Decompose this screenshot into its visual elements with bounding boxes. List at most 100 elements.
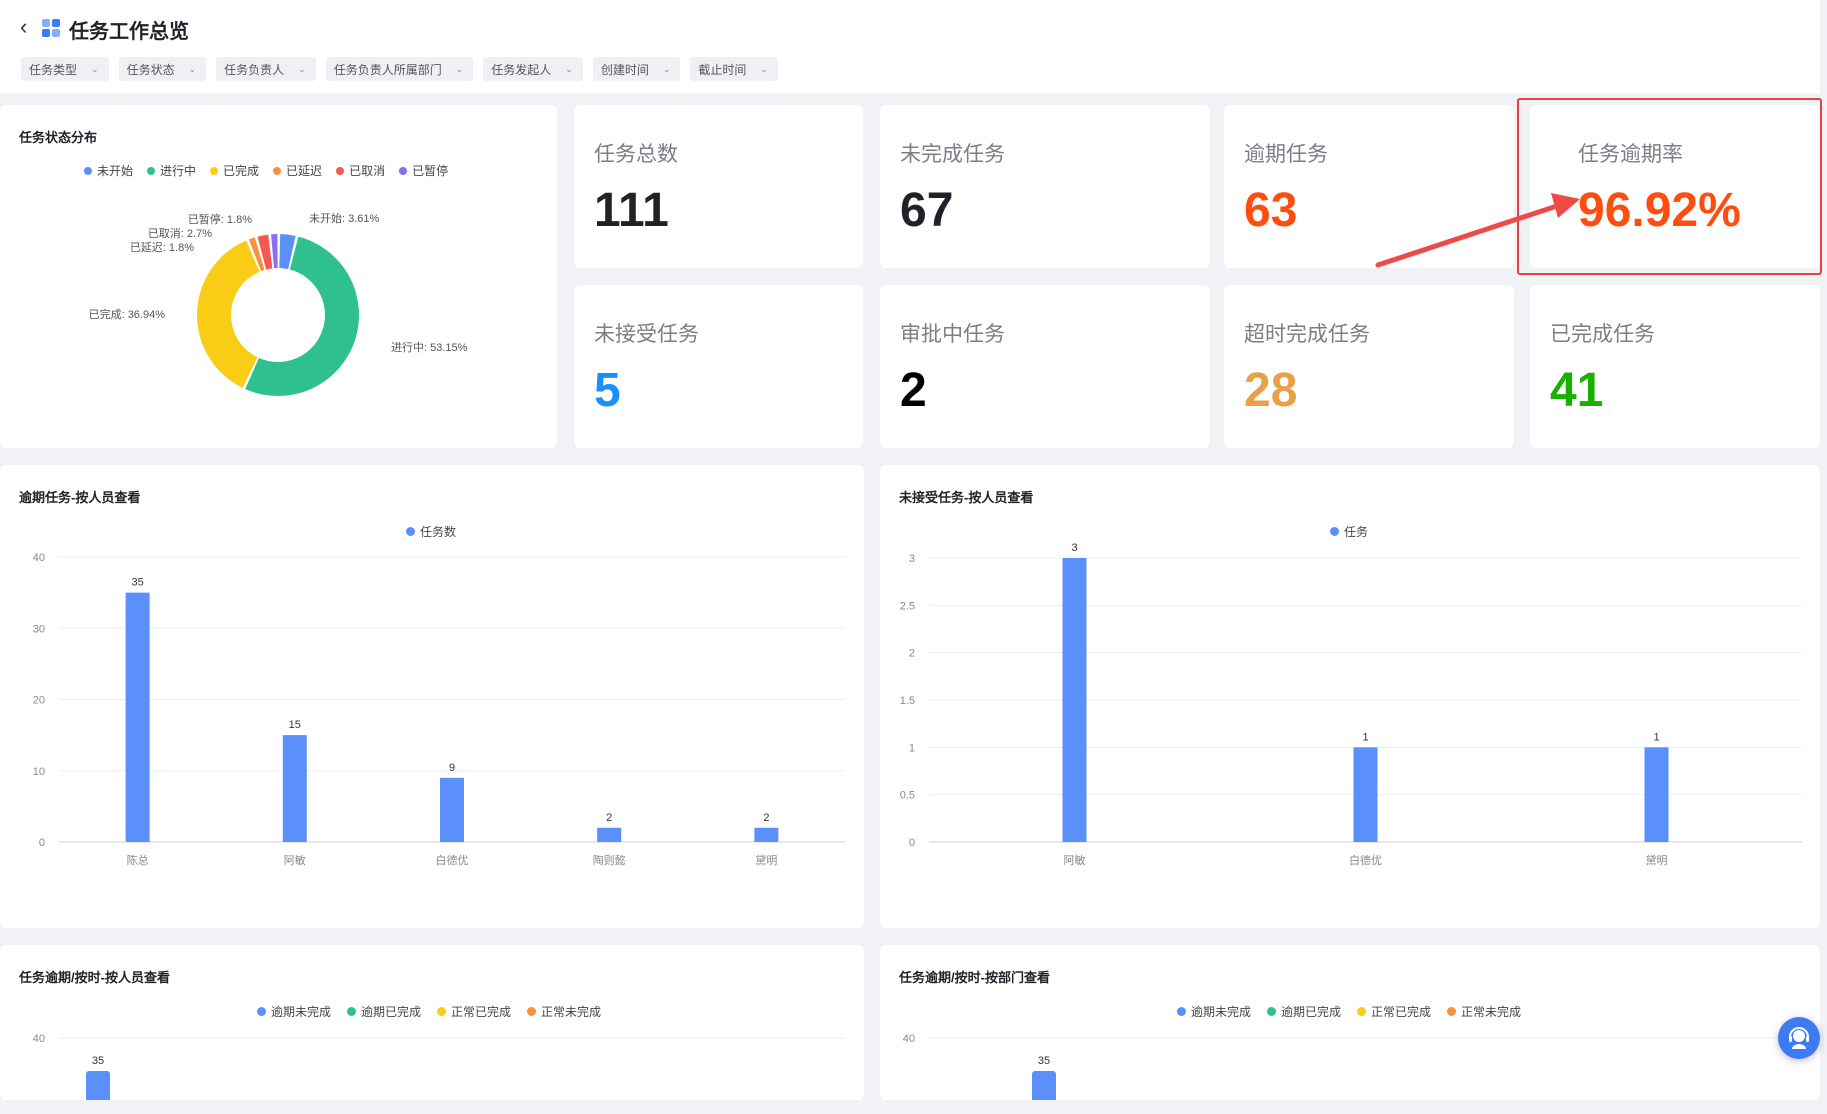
- slice-label: 未开始: 3.61%: [309, 211, 380, 225]
- slice-label: 已取消: 2.7%: [148, 226, 212, 240]
- chevron-down-icon: ⌄: [565, 63, 573, 74]
- chevron-down-icon: ⌄: [298, 63, 306, 74]
- kpi-unaccepted-tasks[interactable]: 未接受任务 5: [574, 285, 863, 448]
- bar: [282, 735, 307, 842]
- y-tick-label: 1: [909, 742, 915, 754]
- filter-task-type[interactable]: 任务类型 ⌄: [21, 57, 109, 81]
- chevron-down-icon: ⌄: [455, 63, 464, 74]
- y-tick-label: 10: [33, 766, 45, 778]
- x-tick-label: 陶则懿: [593, 853, 626, 867]
- slice-label: 进行中: 53.15%: [391, 341, 468, 354]
- support-agent-icon: [1789, 1027, 1809, 1049]
- kpi-value: 67: [900, 184, 954, 237]
- filter-created-time[interactable]: 创建时间 ⌄: [592, 57, 681, 81]
- chevron-down-icon: ⌄: [662, 63, 671, 74]
- kpi-label: 超时完成任务: [1244, 323, 1370, 346]
- kpi-total-tasks[interactable]: 任务总数 111: [574, 105, 863, 268]
- bar: [1062, 558, 1087, 842]
- x-tick-label: 黛明: [1646, 854, 1668, 867]
- bar-value-label: 3: [1071, 542, 1077, 554]
- filter-label: 截止时间: [698, 62, 747, 77]
- ontime-dept-bar-chart: 40 35: [903, 1033, 1802, 1100]
- kpi-overdue-tasks[interactable]: 逾期任务 63: [1224, 105, 1514, 268]
- kpi-unfinished-tasks[interactable]: 未完成任务 67: [880, 105, 1210, 268]
- bar-value-label: 9: [449, 762, 455, 774]
- chevron-down-icon: ⌄: [188, 63, 197, 74]
- filter-label: 创建时间: [600, 62, 649, 77]
- kpi-pending-approval-tasks[interactable]: 审批中任务 2: [880, 285, 1210, 448]
- y-tick-label: 3: [909, 553, 915, 565]
- kpi-label: 审批中任务: [900, 323, 1005, 346]
- slice-label: 已暂停: 1.8%: [188, 212, 252, 226]
- y-tick-label: 0.5: [900, 790, 915, 802]
- kpi-completed-tasks[interactable]: 已完成任务 41: [1530, 285, 1820, 448]
- bar: [86, 1071, 110, 1100]
- dashboard-grid-icon: [42, 19, 60, 37]
- filter-label: 任务状态: [126, 62, 175, 77]
- y-tick-label: 40: [903, 1033, 915, 1045]
- filter-task-initiator[interactable]: 任务发起人 ⌄: [483, 57, 583, 81]
- kpi-label: 已完成任务: [1550, 323, 1655, 346]
- ontime-by-department-card: 任务逾期/按时-按部门查看 逾期未完成 逾期已完成 正常已完成 正常未完成 40…: [880, 945, 1820, 1100]
- filter-task-status[interactable]: 任务状态 ⌄: [118, 57, 207, 81]
- bar-value-label: 2: [606, 812, 612, 824]
- bar-value-label: 2: [763, 812, 769, 824]
- x-tick-label: 黛明: [755, 854, 777, 867]
- y-tick-label: 20: [33, 695, 45, 707]
- kpi-value: 5: [594, 364, 621, 417]
- ontime-person-bar-chart: 40 35: [33, 1033, 845, 1100]
- kpi-value: 2: [900, 364, 927, 417]
- bar-value-label: 35: [131, 577, 143, 589]
- filter-owner-department[interactable]: 任务负责人所属部门 ⌄: [325, 57, 474, 81]
- status-donut-chart: 未开始: 3.61% 进行中: 53.15% 已完成: 36.94% 已延迟: 1.8…: [89, 211, 468, 396]
- x-tick-label: 白德优: [1349, 853, 1382, 867]
- filter-label: 任务发起人: [491, 62, 552, 77]
- x-tick-label: 阿敏: [1064, 853, 1086, 867]
- donut-slice-2: [245, 236, 359, 396]
- back-arrow-icon[interactable]: ‹: [20, 14, 27, 40]
- bar: [125, 592, 150, 842]
- kpi-late-completed-tasks[interactable]: 超时完成任务 28: [1224, 285, 1514, 448]
- filter-task-owner[interactable]: 任务负责人 ⌄: [216, 57, 316, 81]
- slice-label: 已延迟: 1.8%: [130, 241, 194, 254]
- donut-slice-3: [197, 240, 260, 388]
- ontime-by-person-card: 任务逾期/按时-按人员查看 逾期未完成 逾期已完成 正常已完成 正常未完成 40…: [0, 945, 864, 1100]
- filter-label: 任务负责人所属部门: [333, 62, 442, 77]
- bar: [754, 827, 779, 842]
- chevron-down-icon: ⌄: [91, 63, 99, 74]
- kpi-value: 111: [594, 184, 669, 237]
- highlight-box: [1517, 98, 1822, 275]
- bar: [440, 777, 464, 842]
- x-tick-label: 陈总: [127, 853, 149, 867]
- bar: [597, 827, 622, 842]
- bar: [1353, 747, 1378, 842]
- overdue-bar-chart: 0 10 20 30 40 35 陈总 15 阿敏 9 白德优 2 陶则懿 2 黛明: [33, 552, 845, 867]
- bar: [1032, 1071, 1056, 1100]
- kpi-label: 未接受任务: [594, 323, 699, 346]
- help-assistant-button[interactable]: [1778, 1017, 1820, 1059]
- kpi-label: 任务总数: [594, 143, 678, 166]
- bar-value-label: 1: [1362, 731, 1368, 743]
- page-title: 任务工作总览: [69, 21, 189, 43]
- kpi-value: 63: [1244, 184, 1298, 237]
- page-header: ‹ 任务工作总览 任务类型 ⌄ 任务状态 ⌄ 任务负责人 ⌄ 任务负责人所属部门 ⌄ 任…: [0, 0, 1820, 93]
- y-tick-label: 40: [33, 1033, 45, 1045]
- bar-value-label: 1: [1653, 731, 1659, 743]
- y-tick-label: 2.5: [900, 600, 915, 612]
- donut-slice-6: [271, 234, 278, 269]
- overdue-by-person-card: 逾期任务-按人员查看 任务数 0 10 20 30 40 35 陈总 15 阿敏 9 白德优 2 陶则懿…: [0, 465, 864, 928]
- unaccepted-bar-chart: 0 0.5 1 1.5 2 2.5 3 3 阿敏 1 白德优 1 黛明: [900, 542, 1802, 867]
- kpi-label: 未完成任务: [900, 143, 1005, 166]
- status-distribution-card: 任务状态分布 未开始 进行中 已完成 已延迟 已取消 已暂停 未开始: 3.61…: [0, 105, 557, 448]
- bar-value-label: 35: [92, 1055, 104, 1067]
- kpi-label: 逾期任务: [1244, 143, 1328, 166]
- y-tick-label: 1.5: [900, 695, 915, 707]
- bar-value-label: 15: [289, 719, 301, 731]
- filter-deadline[interactable]: 截止时间 ⌄: [690, 57, 778, 81]
- x-tick-label: 白德优: [436, 853, 469, 867]
- y-tick-label: 30: [33, 623, 45, 635]
- kpi-value: 28: [1244, 364, 1298, 417]
- filter-label: 任务类型: [29, 62, 78, 77]
- y-tick-label: 0: [39, 837, 45, 849]
- y-tick-label: 0: [909, 837, 915, 849]
